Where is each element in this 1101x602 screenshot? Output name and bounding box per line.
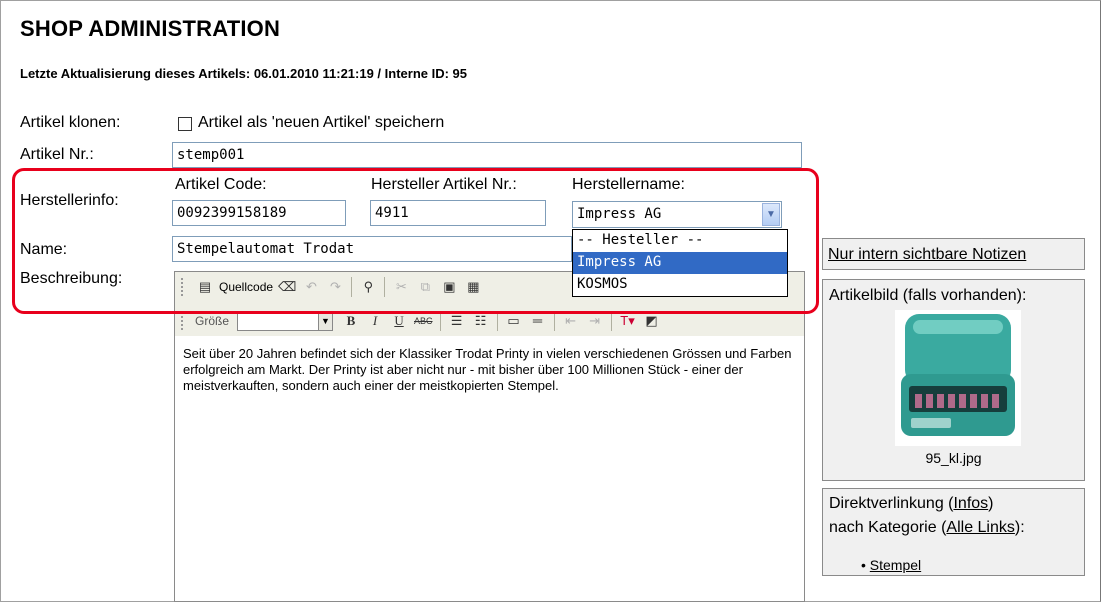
manufacturer-article-no-label: Hersteller Artikel Nr.:: [371, 176, 517, 193]
category-list-item: • Stempel: [861, 557, 922, 573]
last-update-info: Letzte Aktualisierung dieses Artikels: 0…: [20, 66, 468, 81]
editor-content[interactable]: Seit über 20 Jahren befindet sich der Kl…: [183, 346, 795, 394]
article-no-label: Artikel Nr.:: [20, 146, 94, 163]
outdent-icon[interactable]: ⇤: [562, 312, 580, 330]
manufacturer-dropdown-list: -- Hesteller -- Impress AG KOSMOS: [572, 229, 788, 297]
direct-link-suffix: ): [988, 495, 994, 512]
italic-icon[interactable]: I: [366, 312, 384, 330]
article-code-label: Artikel Code:: [175, 176, 267, 193]
horizontal-rule-icon[interactable]: ═: [529, 312, 547, 330]
image-panel: Artikelbild (falls vorhanden): 95_kl.jpg: [822, 279, 1085, 481]
manufacturer-select-value: Impress AG: [577, 206, 662, 222]
name-input[interactable]: Stempelautomat Trodat: [172, 236, 572, 262]
unordered-list-icon[interactable]: ☷: [472, 312, 490, 330]
manufacturer-info-label: Herstellerinfo:: [20, 192, 119, 209]
toolbar-grip: [181, 312, 187, 330]
clone-label: Artikel klonen:: [20, 114, 121, 131]
indent-icon[interactable]: ⇥: [586, 312, 604, 330]
internal-notes-link[interactable]: Nur intern sichtbare Notizen: [828, 246, 1026, 264]
direct-link-prefix: Direktverlinkung (: [829, 495, 954, 512]
chevron-down-icon[interactable]: ▼: [318, 312, 333, 330]
manufacturer-article-no-input[interactable]: 4911: [370, 200, 546, 226]
category-prefix: nach Kategorie (: [829, 519, 947, 536]
image-icon[interactable]: ◩: [643, 312, 661, 330]
image-filename: 95_kl.jpg: [925, 450, 982, 466]
copy-icon[interactable]: ⧉: [416, 278, 434, 296]
article-code-input[interactable]: 0092399158189: [172, 200, 346, 226]
page-title: SHOP ADMINISTRATION: [20, 16, 281, 41]
direct-link-line: Direktverlinkung (Infos): [829, 495, 994, 513]
toolbar-divider: [496, 311, 498, 331]
toolbar-divider: [384, 277, 386, 297]
image-panel-title: Artikelbild (falls vorhanden):: [829, 287, 1027, 304]
toolbar-grip: [181, 278, 187, 296]
clone-checkbox[interactable]: [178, 117, 192, 131]
direct-link-panel: Direktverlinkung (Infos) nach Kategorie …: [822, 488, 1085, 576]
category-line: nach Kategorie (Alle Links):: [829, 519, 1025, 537]
category-link-stempel[interactable]: Stempel: [870, 557, 921, 573]
chevron-down-icon[interactable]: ▼: [762, 203, 780, 226]
cut-icon[interactable]: ✂: [392, 278, 410, 296]
article-no-input[interactable]: stemp001: [172, 142, 802, 168]
toolbar-divider: [553, 311, 555, 331]
name-label: Name:: [20, 241, 68, 258]
ordered-list-icon[interactable]: ☰: [448, 312, 466, 330]
bold-icon[interactable]: B: [342, 312, 360, 330]
paste-icon[interactable]: ▣: [440, 278, 458, 296]
category-suffix: ):: [1014, 519, 1025, 536]
description-label: Beschreibung:: [20, 270, 123, 287]
dropdown-option[interactable]: -- Hesteller --: [573, 230, 787, 252]
manufacturer-name-label: Herstellername:: [572, 176, 685, 193]
toolbar-divider: [439, 311, 441, 331]
text-color-icon[interactable]: T▾: [619, 312, 637, 330]
strikethrough-icon[interactable]: ABC: [414, 312, 433, 330]
size-select[interactable]: ▼: [237, 311, 334, 331]
source-button[interactable]: Quellcode: [219, 280, 273, 294]
product-image: [895, 310, 1021, 446]
dropdown-option[interactable]: KOSMOS: [573, 274, 787, 296]
clone-checkbox-label[interactable]: Artikel als 'neuen Artikel' speichern: [198, 114, 444, 132]
paste-word-icon[interactable]: ▦: [464, 278, 482, 296]
infos-link[interactable]: Infos: [953, 495, 988, 512]
toolbar-divider: [610, 311, 612, 331]
source-icon[interactable]: ▤: [196, 278, 214, 296]
rich-text-editor: ▤ Quellcode ⌫ ↶ ↷ ⚲ ✂ ⧉ ▣ ▦ Größe ▼ B I …: [174, 271, 805, 602]
toolbar-row-2: Größe ▼ B I U ABC ☰ ☷ ▭ ═ ⇤ ⇥ T▾ ◩: [175, 306, 804, 336]
undo-icon[interactable]: ↶: [302, 278, 320, 296]
toolbar-divider: [351, 277, 353, 297]
dropdown-option-selected[interactable]: Impress AG: [573, 252, 787, 274]
find-icon[interactable]: ⚲: [359, 278, 377, 296]
table-icon[interactable]: ▭: [505, 312, 523, 330]
underline-icon[interactable]: U: [390, 312, 408, 330]
manufacturer-select[interactable]: Impress AG ▼: [572, 201, 782, 228]
eraser-icon[interactable]: ⌫: [278, 278, 296, 296]
size-label: Größe: [195, 314, 230, 328]
all-links-link[interactable]: Alle Links: [946, 519, 1014, 536]
redo-icon[interactable]: ↷: [326, 278, 344, 296]
